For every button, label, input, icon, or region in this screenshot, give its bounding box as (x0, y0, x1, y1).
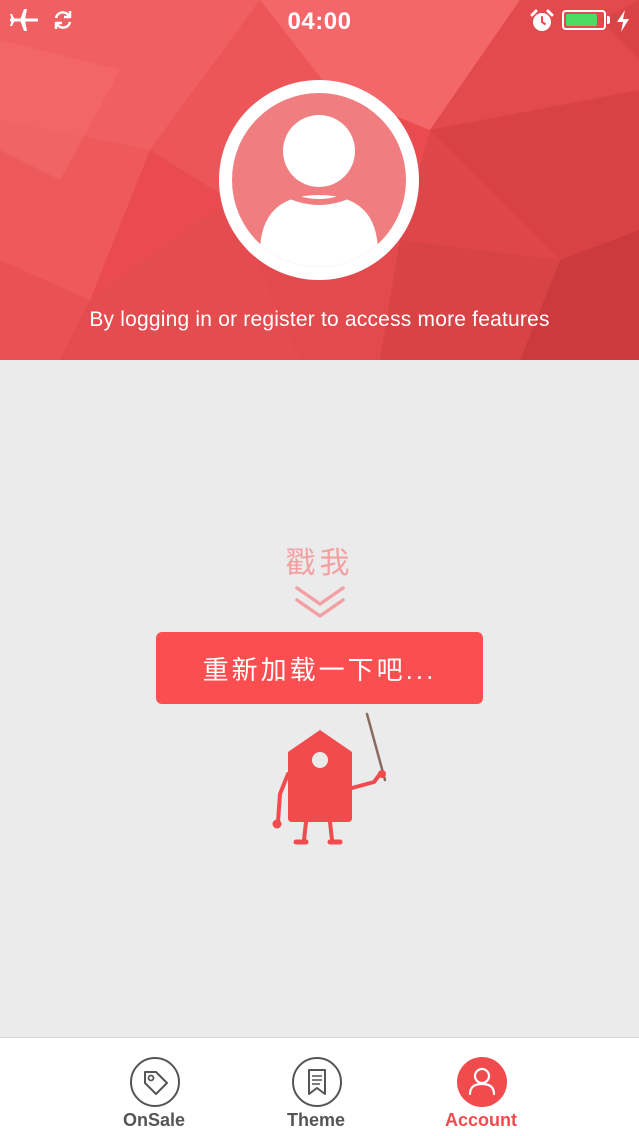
alarm-icon (530, 9, 554, 31)
avatar-login-button[interactable] (219, 80, 419, 280)
battery-level (566, 14, 597, 26)
tab-theme-label: Theme (286, 1110, 346, 1130)
account-screen: 04:00 By logging in or register to acces… (0, 0, 639, 1136)
tab-account[interactable]: Account (421, 1038, 541, 1136)
bookmark-icon (292, 1057, 342, 1107)
account-header: 04:00 By logging in or register to acces… (0, 0, 639, 360)
poke-me-label: 戳我 (285, 547, 354, 580)
tab-onsale[interactable]: OnSale (94, 1038, 214, 1136)
charging-bolt-icon (617, 10, 629, 32)
user-icon (457, 1057, 507, 1107)
tag-icon (130, 1057, 180, 1107)
user-silhouette-icon (260, 115, 378, 267)
tab-account-label: Account (445, 1110, 517, 1130)
battery-tip (607, 16, 610, 24)
battery-icon (562, 10, 606, 30)
login-prompt-text[interactable]: By logging in or register to access more… (0, 308, 639, 332)
tab-onsale-label: OnSale (122, 1110, 186, 1130)
tab-theme[interactable]: Theme (256, 1038, 376, 1136)
tab-bar: OnSale Theme Account (0, 1037, 639, 1136)
price-tag-mascot-icon (272, 712, 387, 845)
reload-button[interactable]: 重新加载一下吧... (156, 632, 483, 704)
status-bar: 04:00 (0, 0, 639, 42)
avatar-circle (232, 93, 406, 267)
chevron-down-icon (295, 586, 345, 618)
